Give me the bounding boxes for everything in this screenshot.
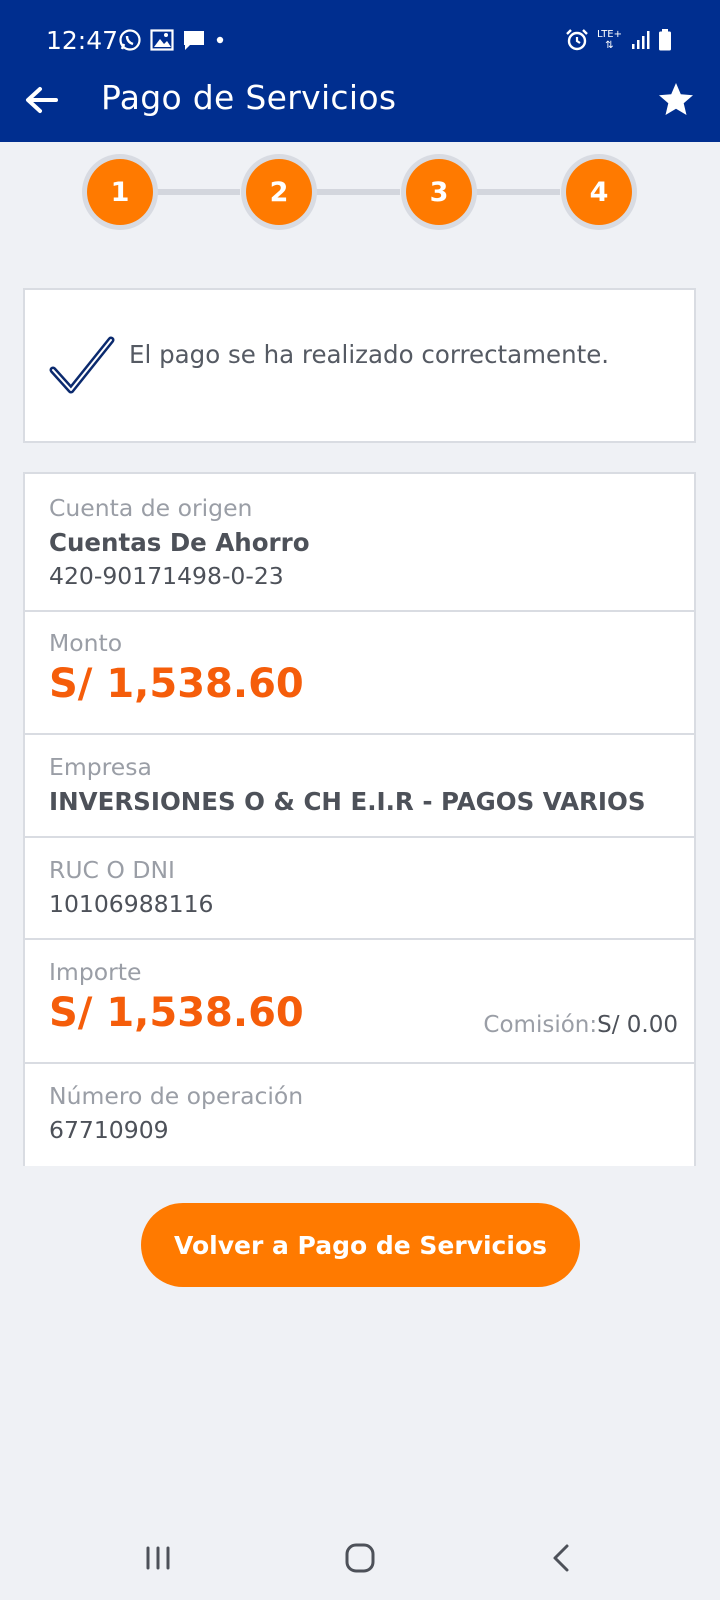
dot-icon bbox=[216, 36, 224, 44]
lte-icon: LTE+ ⇅ bbox=[597, 29, 622, 51]
step-number: 1 bbox=[87, 159, 153, 225]
step-1: 1 bbox=[82, 154, 158, 230]
back-nav-icon[interactable] bbox=[542, 1538, 582, 1578]
operation-value: 67710909 bbox=[49, 1116, 169, 1144]
ruc-label: RUC O DNI bbox=[49, 856, 175, 884]
back-arrow-icon[interactable] bbox=[22, 80, 62, 120]
progress-stepper: 1 2 3 4 bbox=[0, 152, 720, 232]
commission-label: Comisión: bbox=[483, 1012, 598, 1038]
ruc-value: 10106988116 bbox=[49, 890, 214, 918]
importe-label: Importe bbox=[49, 958, 142, 986]
importe-row: Importe S/ 1,538.60 Comisión:S/ 0.00 bbox=[25, 940, 694, 1064]
operation-row: Número de operación 67710909 bbox=[25, 1064, 694, 1166]
app-bar: 12:47 LTE+ ⇅ Pago de Servicios bbox=[0, 0, 720, 142]
notification-icons bbox=[118, 28, 226, 52]
payment-details: Cuenta de origen Cuentas De Ahorro 420-9… bbox=[23, 472, 696, 1166]
importe-value: S/ 1,538.60 bbox=[49, 990, 304, 1036]
whatsapp-icon bbox=[119, 29, 141, 51]
signal-icon bbox=[632, 31, 650, 49]
step-connector bbox=[316, 189, 400, 195]
company-row: Empresa INVERSIONES O & CH E.I.R - PAGOS… bbox=[25, 735, 694, 838]
system-icons: LTE+ ⇅ bbox=[565, 28, 672, 52]
amount-value: S/ 1,538.60 bbox=[49, 661, 304, 707]
step-4: 4 bbox=[561, 154, 637, 230]
step-connector bbox=[156, 189, 240, 195]
commission: Comisión:S/ 0.00 bbox=[483, 1012, 678, 1038]
network-type: LTE+ bbox=[597, 29, 622, 40]
step-number: 2 bbox=[246, 159, 312, 225]
check-icon bbox=[49, 336, 115, 394]
amount-label: Monto bbox=[49, 629, 123, 657]
company-value: INVERSIONES O & CH E.I.R - PAGOS VARIOS bbox=[49, 787, 646, 816]
operation-label: Número de operación bbox=[49, 1082, 304, 1110]
return-to-payments-button[interactable]: Volver a Pago de Servicios bbox=[141, 1203, 580, 1287]
company-label: Empresa bbox=[49, 753, 152, 781]
status-time: 12:47 bbox=[46, 26, 119, 55]
step-connector bbox=[476, 189, 560, 195]
image-icon bbox=[150, 29, 174, 51]
favorite-star-icon[interactable] bbox=[656, 80, 696, 120]
battery-icon bbox=[659, 29, 671, 51]
step-2: 2 bbox=[241, 154, 317, 230]
amount-row: Monto S/ 1,538.60 bbox=[25, 611, 694, 735]
success-card: El pago se ha realizado correctamente. bbox=[23, 288, 696, 443]
message-icon bbox=[184, 31, 204, 50]
step-3: 3 bbox=[401, 154, 477, 230]
step-number: 4 bbox=[566, 159, 632, 225]
source-account-row: Cuenta de origen Cuentas De Ahorro 420-9… bbox=[25, 474, 694, 612]
alarm-icon bbox=[566, 29, 588, 51]
success-message: El pago se ha realizado correctamente. bbox=[129, 340, 610, 369]
page-title: Pago de Servicios bbox=[101, 78, 397, 117]
ruc-row: RUC O DNI 10106988116 bbox=[25, 838, 694, 940]
home-icon[interactable] bbox=[340, 1538, 380, 1578]
step-number: 3 bbox=[406, 159, 472, 225]
system-nav-bar bbox=[0, 1514, 720, 1600]
commission-value: S/ 0.00 bbox=[597, 1012, 678, 1038]
account-type: Cuentas De Ahorro bbox=[49, 528, 310, 557]
account-number: 420-90171498-0-23 bbox=[49, 562, 284, 590]
source-account-label: Cuenta de origen bbox=[49, 494, 253, 522]
recent-apps-icon[interactable] bbox=[138, 1538, 178, 1578]
